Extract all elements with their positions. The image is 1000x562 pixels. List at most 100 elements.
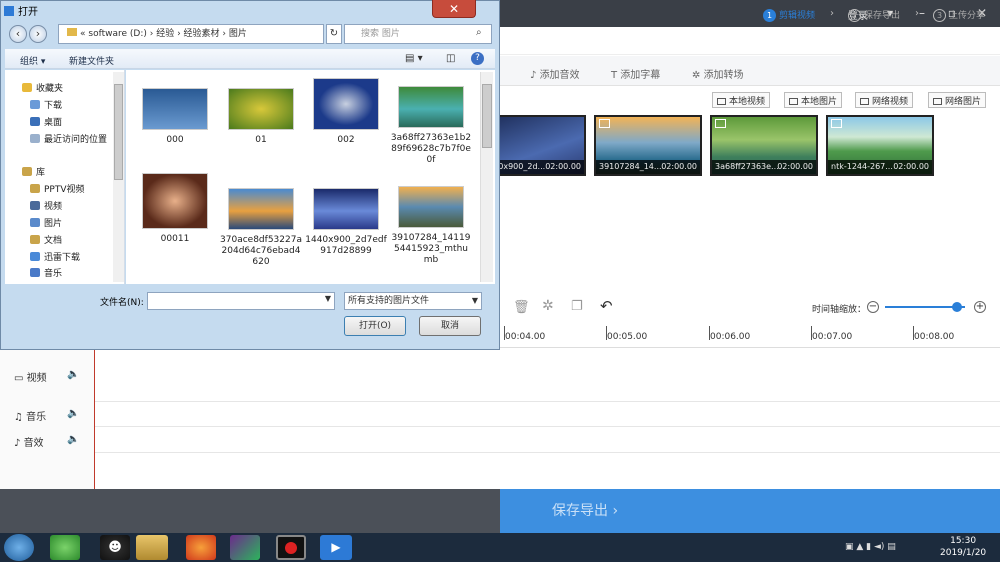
track-label-sound: ♪ 音效	[14, 438, 44, 449]
nav-desktop[interactable]: 桌面	[30, 115, 62, 128]
sound-icon: ♪	[14, 438, 24, 449]
tab-add-transition[interactable]: ✲ 添加转场	[692, 66, 744, 81]
tab-add-subtitle[interactable]: T 添加字幕	[611, 66, 660, 81]
chevron-right-icon: ›	[915, 8, 919, 19]
file-item[interactable]: 39107284_1411954415923_mthumb	[390, 186, 472, 266]
delete-icon[interactable]: 🗑	[513, 300, 530, 315]
record-icon[interactable]	[276, 535, 306, 560]
nav-library[interactable]: 库	[22, 165, 45, 178]
help-icon[interactable]: ?	[471, 52, 484, 65]
search-icon: ⌕	[476, 27, 482, 38]
nav-music[interactable]: 音乐	[30, 266, 62, 279]
preview-pane-icon[interactable]: ◫	[446, 53, 455, 64]
file-item[interactable]: 370ace8df53227a204d64c76ebad4620	[220, 188, 302, 268]
zoom-out-icon[interactable]: −	[867, 301, 879, 313]
file-list-scrollbar[interactable]	[480, 72, 493, 282]
step-share[interactable]: 3 上传分享	[933, 8, 985, 22]
filename-label: 文件名(N):	[100, 298, 144, 308]
video-icon: ▭	[14, 373, 27, 384]
text-icon: T	[611, 70, 621, 81]
media-thumb[interactable]: 3a68ff27363e... 02:00.00	[710, 115, 818, 176]
nav-pictures[interactable]: 图片	[30, 216, 62, 229]
ruler-tick: 00:06.00	[710, 332, 751, 342]
sound-icon: ♪	[530, 70, 540, 81]
crop-icon[interactable]: ✲	[542, 298, 554, 314]
file-item[interactable]: 3a68ff27363e1b289f69628c7b7f0e0f	[390, 86, 472, 166]
address-bar[interactable]: « software (D:) › 经验 › 经验素材 › 图片	[58, 24, 324, 44]
nav-videos[interactable]: 视频	[30, 199, 62, 212]
firefox-icon[interactable]	[186, 535, 216, 560]
tab-add-sound[interactable]: ♪ 添加音效	[530, 66, 580, 81]
video-track[interactable]	[0, 348, 1000, 402]
undo-icon[interactable]: ↶	[600, 297, 613, 315]
step-export[interactable]: 2 保存导出	[848, 8, 900, 22]
file-item[interactable]: 01	[220, 88, 302, 146]
cancel-button[interactable]: 取消	[419, 316, 481, 336]
media-thumb[interactable]: 39107284_14... 02:00.00	[594, 115, 702, 176]
chevron-right-icon: ›	[830, 8, 834, 19]
web-video-button[interactable]: 网络视频	[855, 92, 914, 108]
nav-thunder-downloads[interactable]: 迅雷下载	[30, 250, 80, 263]
folder-icon	[67, 28, 77, 36]
local-image-button[interactable]: 本地图片	[784, 92, 843, 108]
ruler-tick: 00:05.00	[607, 332, 648, 342]
volume-icon[interactable]: 🔈	[67, 369, 79, 380]
playhead[interactable]	[94, 348, 95, 489]
forward-button[interactable]: ›	[29, 25, 47, 43]
image-icon	[789, 98, 798, 105]
video-icon	[860, 98, 869, 105]
search-input[interactable]: 搜索 图片	[344, 24, 492, 44]
qq-icon[interactable]: ☻	[100, 535, 130, 560]
nav-scrollbar[interactable]	[113, 72, 124, 282]
file-item[interactable]: 00011	[134, 173, 216, 245]
transition-icon: ✲	[692, 70, 704, 81]
media-thumb[interactable]: ntk-1244-267... 02:00.00	[826, 115, 934, 176]
music-track[interactable]	[0, 402, 1000, 427]
start-button[interactable]	[4, 534, 34, 561]
browser-icon[interactable]	[50, 535, 80, 560]
close-button[interactable]: ✕	[432, 0, 476, 18]
folder-icon[interactable]	[136, 535, 168, 560]
volume-icon[interactable]: 🔈	[67, 434, 79, 445]
sound-track[interactable]	[0, 427, 1000, 453]
export-button[interactable]: 保存导出 ›	[500, 489, 1000, 533]
step-edit[interactable]: 1 剪辑视频	[763, 8, 815, 22]
clock[interactable]: 15:30 2019/1/20	[940, 535, 986, 559]
image-icon	[831, 119, 842, 128]
file-item[interactable]: 002	[305, 78, 387, 146]
dialog-title: 打开	[4, 3, 38, 18]
nav-pptv[interactable]: PPTV视频	[30, 182, 85, 195]
web-image-button[interactable]: 网络图片	[928, 92, 987, 108]
zoom-slider-handle[interactable]	[952, 302, 962, 312]
local-video-button[interactable]: 本地视频	[712, 92, 771, 108]
file-item[interactable]: 1440x900_2d7edf917d28899	[305, 188, 387, 257]
back-button[interactable]: ‹	[9, 25, 27, 43]
nav-favorites[interactable]: 收藏夹	[22, 81, 63, 94]
ruler-tick: 00:08.00	[914, 332, 955, 342]
new-folder-button[interactable]: 新建文件夹	[69, 54, 114, 67]
filename-input[interactable]: ▼	[147, 292, 335, 310]
file-item[interactable]: 000	[134, 88, 216, 146]
zoom-in-icon[interactable]: +	[974, 301, 986, 313]
open-button[interactable]: 打开(O)	[344, 316, 406, 336]
steps-bar	[500, 27, 1000, 55]
nav-documents[interactable]: 文档	[30, 233, 62, 246]
filetype-select[interactable]: 所有支持的图片文件 ▼	[344, 292, 482, 310]
chevron-down-icon[interactable]: ▼	[325, 294, 331, 303]
copy-icon[interactable]: ❐	[571, 299, 583, 314]
track-label-music: ♫ 音乐	[14, 412, 47, 423]
app-icon	[4, 6, 14, 16]
organize-menu[interactable]: 组织 ▾	[20, 54, 45, 67]
volume-icon[interactable]: 🔈	[67, 408, 79, 419]
video-icon	[717, 98, 726, 105]
ruler-tick: 00:04.00	[505, 332, 546, 342]
nav-downloads[interactable]: 下载	[30, 98, 62, 111]
refresh-button[interactable]: ↻	[326, 24, 342, 44]
view-menu-icon[interactable]: ▤ ▾	[405, 53, 423, 64]
nav-recent[interactable]: 最近访问的位置	[30, 132, 107, 145]
music-icon: ♫	[14, 412, 27, 423]
editor-app-icon[interactable]: ▶	[320, 535, 352, 560]
tray-icons[interactable]: ▣ ▲ ▮ ◄) ▤	[845, 542, 896, 552]
image-icon	[715, 119, 726, 128]
media-app-icon[interactable]	[230, 535, 260, 560]
